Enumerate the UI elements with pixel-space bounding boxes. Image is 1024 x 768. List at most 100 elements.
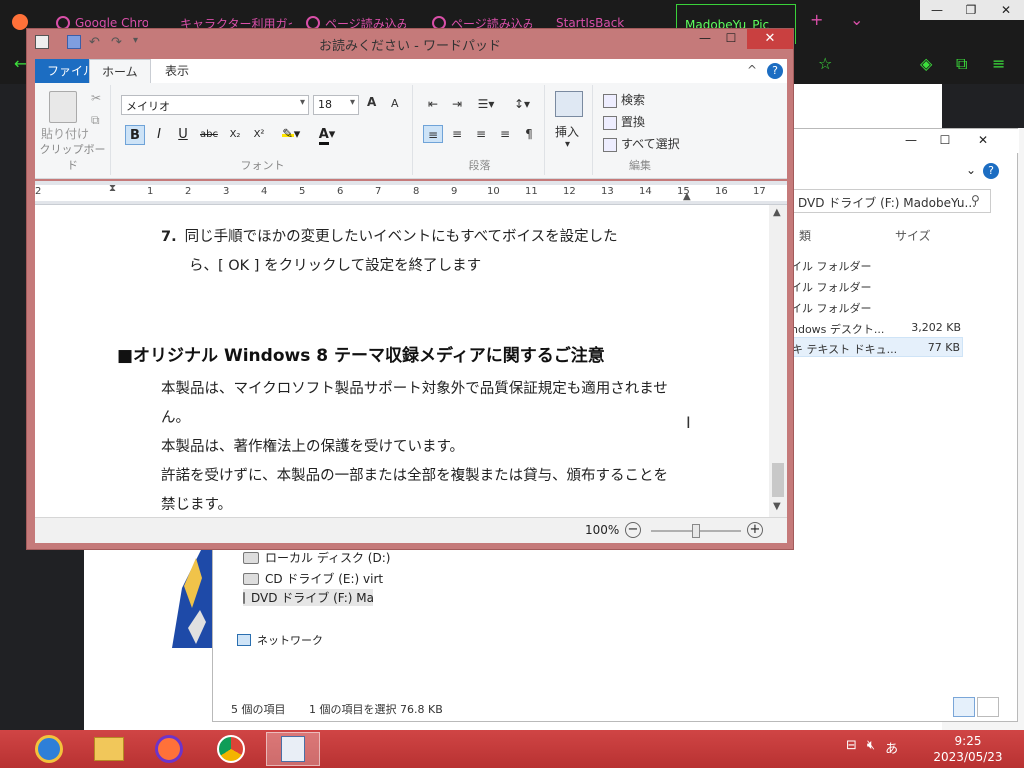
replace-icon bbox=[603, 115, 617, 130]
strikethrough-button[interactable]: abc bbox=[197, 125, 221, 145]
file-row[interactable]: イル フォルダー bbox=[791, 297, 963, 317]
ruler-number: 12 bbox=[563, 186, 576, 197]
line-spacing-icon[interactable]: ↕▾ bbox=[507, 95, 537, 113]
browser-minimize-button[interactable]: — bbox=[920, 0, 954, 20]
align-left-icon[interactable]: ≡ bbox=[423, 125, 443, 143]
extensions-icon[interactable]: ⧉ bbox=[956, 54, 967, 74]
font-family-select[interactable]: メイリオ bbox=[121, 95, 309, 115]
doc-heading: ■オリジナル Windows 8 テーマ収録メディアに関するご注意 bbox=[117, 346, 605, 366]
paste-button[interactable]: 貼り付け bbox=[41, 125, 89, 142]
decrease-indent-icon[interactable]: ⇤ bbox=[423, 95, 443, 113]
clock[interactable]: 9:25 2023/05/23 bbox=[920, 733, 1016, 765]
font-size-select[interactable]: 18 bbox=[313, 95, 359, 115]
select-all-button[interactable]: すべて選択 bbox=[603, 135, 680, 152]
insert-button[interactable]: 挿入 bbox=[555, 123, 579, 140]
zoom-slider-thumb[interactable] bbox=[692, 524, 700, 538]
insert-dropdown-icon[interactable]: ▾ bbox=[565, 139, 570, 150]
file-row[interactable]: ndows デスクト... 3,202 KB bbox=[791, 318, 963, 338]
scroll-up-icon[interactable]: ▲ bbox=[773, 207, 781, 218]
shrink-font-button[interactable]: A bbox=[391, 97, 399, 110]
internet-explorer-icon bbox=[35, 735, 63, 763]
volume-muted-icon[interactable]: 🔇︎ bbox=[867, 738, 875, 757]
explorer-minimize-button[interactable]: — bbox=[897, 131, 925, 151]
right-indent-marker[interactable]: ▲ bbox=[683, 191, 691, 202]
nav-item-local-disk[interactable]: ローカル ディスク (D:) bbox=[243, 549, 390, 566]
grow-font-button[interactable]: A bbox=[367, 95, 376, 109]
tab-menu-button[interactable]: ⌄ bbox=[850, 10, 863, 29]
document-area[interactable]: 7. 同じ手順でほかの変更したいイベントにもすべてボイスを設定した ら、[ OK … bbox=[35, 205, 787, 517]
nav-item-dvd-drive[interactable]: DVD ドライブ (F:) Ma bbox=[243, 589, 374, 606]
paragraph-settings-icon[interactable]: ¶ bbox=[519, 125, 539, 143]
browser-maximize-button[interactable]: ❐ bbox=[954, 0, 988, 20]
scrollbar-thumb[interactable] bbox=[772, 463, 784, 497]
align-right-icon[interactable]: ≡ bbox=[471, 125, 491, 143]
network-status-icon[interactable]: ⊟ bbox=[846, 738, 857, 757]
taskbar-explorer[interactable] bbox=[82, 732, 136, 766]
ribbon-expand-icon[interactable]: ⌄ bbox=[957, 161, 985, 181]
indent-marker[interactable]: ⧗ bbox=[109, 183, 116, 194]
dvd-drive-icon bbox=[243, 591, 245, 604]
bold-button[interactable]: B bbox=[125, 125, 145, 145]
copy-icon[interactable]: ⧉ bbox=[91, 113, 100, 128]
file-row-selected[interactable]: キ テキスト ドキュ... 77 KB bbox=[791, 337, 963, 357]
column-header-type[interactable]: 類 bbox=[799, 227, 811, 244]
chrome-icon bbox=[217, 735, 245, 763]
ime-indicator[interactable]: あ bbox=[885, 738, 898, 757]
column-header-size[interactable]: サイズ bbox=[895, 227, 931, 244]
menu-icon[interactable]: ≡ bbox=[992, 54, 1005, 73]
nav-item-network[interactable]: ネットワーク bbox=[237, 632, 323, 648]
firefox-icon bbox=[155, 735, 183, 763]
browser-close-button[interactable]: ✕ bbox=[988, 0, 1024, 20]
vertical-scrollbar[interactable]: ▲ ▼ bbox=[769, 205, 787, 517]
ruler[interactable]: 2 1 2 3 4 5 6 7 8 9 10 11 12 13 14 15 16… bbox=[35, 181, 787, 205]
pocket-icon[interactable]: ◈ bbox=[920, 54, 932, 73]
new-tab-button[interactable]: + bbox=[810, 10, 823, 29]
scroll-down-icon[interactable]: ▼ bbox=[773, 501, 781, 512]
close-button[interactable]: ✕ bbox=[747, 29, 793, 49]
tab-view[interactable]: 表示 bbox=[153, 59, 201, 83]
taskbar-chrome[interactable] bbox=[204, 732, 258, 766]
large-icons-view-icon[interactable] bbox=[977, 697, 999, 717]
cd-drive-icon bbox=[243, 572, 259, 585]
file-row[interactable]: イル フォルダー bbox=[791, 276, 963, 296]
clock-date: 2023/05/23 bbox=[933, 750, 1003, 764]
justify-icon[interactable]: ≡ bbox=[495, 125, 515, 143]
taskbar-firefox[interactable] bbox=[142, 732, 196, 766]
search-input[interactable]: DVD ドライブ (F:) MadobeYu... bbox=[791, 189, 991, 213]
insert-picture-icon[interactable] bbox=[555, 91, 583, 117]
doc-paragraph: 許諾を受けずに、本製品の一部または全部を複製または貸与、頒布することを bbox=[161, 468, 669, 484]
highlight-color-button[interactable]: ✎▾ bbox=[275, 125, 307, 145]
collapse-ribbon-icon[interactable]: ^ bbox=[747, 63, 757, 77]
search-icon[interactable]: ⚲ bbox=[971, 193, 980, 207]
subscript-button[interactable]: X₂ bbox=[225, 125, 245, 145]
paste-icon[interactable] bbox=[49, 91, 77, 123]
explorer-maximize-button[interactable]: ☐ bbox=[931, 131, 959, 151]
details-view-icon[interactable] bbox=[953, 697, 975, 717]
increase-indent-icon[interactable]: ⇥ bbox=[447, 95, 467, 113]
italic-button[interactable]: I bbox=[149, 125, 169, 145]
maximize-button[interactable]: ☐ bbox=[717, 29, 745, 49]
minimize-button[interactable]: — bbox=[691, 29, 719, 49]
tab-home[interactable]: ホーム bbox=[89, 59, 151, 83]
replace-button[interactable]: 置換 bbox=[603, 113, 645, 130]
ruler-number: 5 bbox=[299, 186, 306, 197]
help-icon[interactable]: ? bbox=[983, 163, 999, 179]
find-button[interactable]: 検索 bbox=[603, 91, 645, 108]
doc-paragraph: 禁じます。 bbox=[161, 497, 233, 513]
bookmark-star-icon[interactable]: ☆ bbox=[818, 54, 832, 73]
zoom-in-button[interactable]: + bbox=[747, 522, 763, 538]
taskbar-wordpad[interactable] bbox=[266, 732, 320, 766]
superscript-button[interactable]: X² bbox=[249, 125, 269, 145]
taskbar-ie[interactable] bbox=[22, 732, 76, 766]
file-row[interactable]: イル フォルダー bbox=[791, 255, 963, 275]
zoom-out-button[interactable]: − bbox=[625, 522, 641, 538]
help-icon[interactable]: ? bbox=[767, 63, 783, 79]
align-center-icon[interactable]: ≡ bbox=[447, 125, 467, 143]
cut-icon[interactable]: ✂ bbox=[91, 91, 101, 105]
font-color-button[interactable]: A▾ bbox=[311, 125, 343, 145]
bullet-list-icon[interactable]: ☰▾ bbox=[471, 95, 501, 113]
explorer-close-button[interactable]: ✕ bbox=[969, 131, 997, 151]
underline-button[interactable]: U bbox=[173, 125, 193, 145]
font-group: メイリオ 18 A A B I U abc X₂ X² ✎▾ A▾ フォント bbox=[113, 85, 413, 175]
nav-item-cd-drive[interactable]: CD ドライブ (E:) virt bbox=[243, 570, 383, 587]
